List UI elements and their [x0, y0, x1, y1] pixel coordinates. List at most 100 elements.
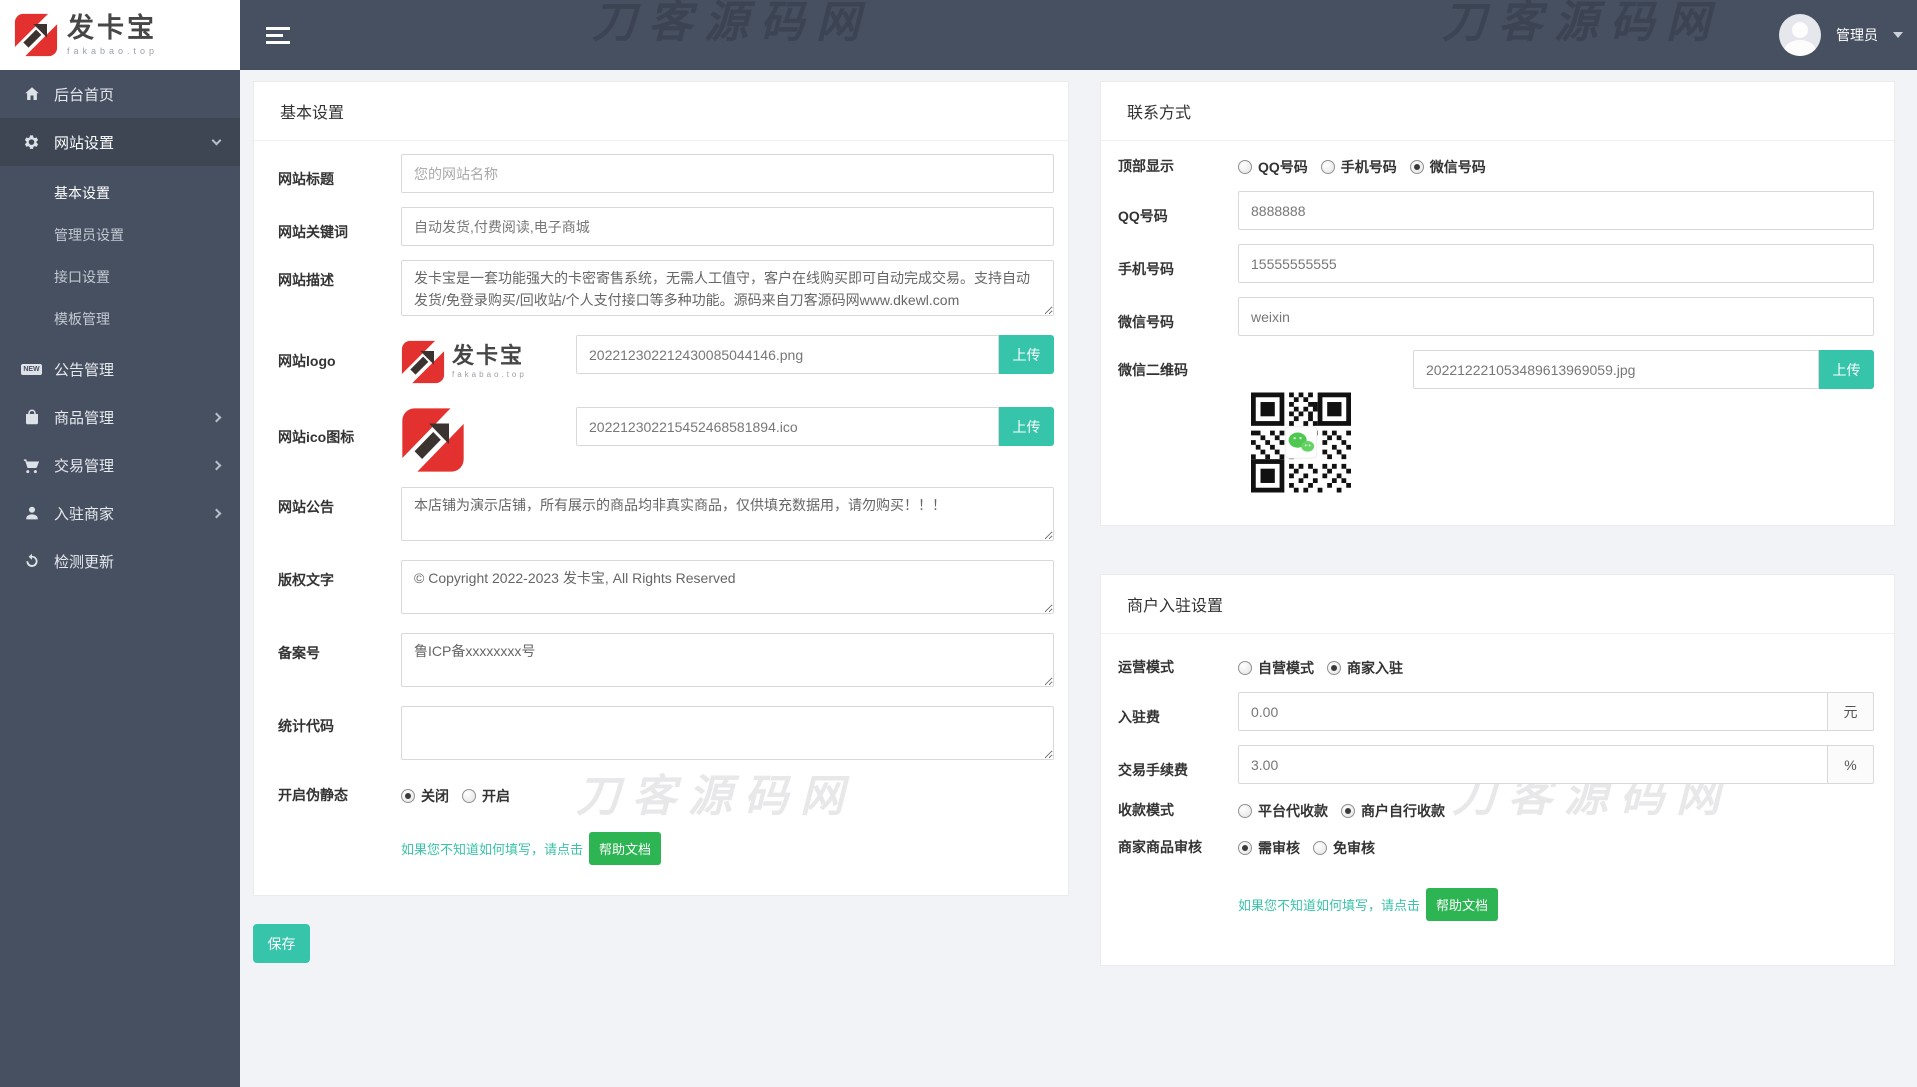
icp-textarea[interactable]	[401, 633, 1054, 687]
sidebar-item-label: 商品管理	[54, 407, 114, 428]
sidebar-menu: 后台首页 网站设置 基本设置 管理员设置 接口设置 模板管理 NEW 公告管理 …	[0, 70, 240, 585]
help-doc-button[interactable]: 帮助文档	[589, 832, 661, 865]
ico-upload-button[interactable]: 上传	[999, 407, 1054, 446]
merchant-self-collection-radio[interactable]	[1341, 804, 1355, 818]
operation-mode-label: 运营模式	[1113, 657, 1238, 677]
panel-title: 基本设置	[254, 82, 1068, 141]
ico-label: 网站ico图标	[265, 407, 401, 473]
entry-fee-unit: 元	[1828, 692, 1874, 731]
transaction-fee-input[interactable]	[1238, 745, 1828, 784]
entry-fee-input[interactable]	[1238, 692, 1828, 731]
sidebar-item-dashboard[interactable]: 后台首页	[0, 70, 240, 118]
icp-label: 备案号	[265, 633, 401, 692]
brand-name: 发卡宝	[67, 15, 158, 42]
site-ico-image	[401, 407, 465, 473]
chevron-down-icon	[212, 136, 222, 146]
merchant-settings-panel: 商户入驻设置 运营模式 自营模式 商家入驻 入驻费 元	[1100, 574, 1895, 966]
sidebar-item-products[interactable]: 商品管理	[0, 393, 240, 441]
sidebar-subitem-admin-settings[interactable]: 管理员设置	[0, 214, 240, 256]
shopping-bag-icon	[22, 408, 41, 427]
help-doc-button[interactable]: 帮助文档	[1426, 888, 1498, 921]
sidebar-subitem-template-management[interactable]: 模板管理	[0, 298, 240, 340]
wechat-input[interactable]	[1238, 297, 1874, 336]
topbar: 管理员	[240, 0, 1917, 70]
qq-input[interactable]	[1238, 191, 1874, 230]
collection-mode-label: 收款模式	[1113, 800, 1238, 820]
ico-filename-input[interactable]	[576, 407, 999, 446]
cart-icon	[22, 456, 41, 475]
sidebar-item-check-update[interactable]: 检测更新	[0, 537, 240, 585]
review-exempt-radio[interactable]	[1313, 841, 1327, 855]
site-logo-image: 发卡宝 fakabao.top	[401, 335, 535, 389]
brand-logo-icon	[401, 340, 445, 384]
new-badge-icon: NEW	[22, 360, 41, 379]
sidebar-subitem-api-settings[interactable]: 接口设置	[0, 256, 240, 298]
sidebar-item-label: 交易管理	[54, 455, 114, 476]
chevron-right-icon	[212, 412, 222, 422]
menu-toggle-icon[interactable]	[266, 27, 290, 48]
top-display-phone-radio[interactable]	[1321, 160, 1335, 174]
top-display-wechat-radio[interactable]	[1410, 160, 1424, 174]
refresh-icon	[22, 552, 41, 571]
sidebar: 发卡宝 fakabao.top 后台首页 网站设置 基本设置 管理员设置 接口设…	[0, 0, 240, 1087]
user-name: 管理员	[1836, 25, 1878, 45]
sidebar-item-label: 公告管理	[54, 359, 114, 380]
site-title-label: 网站标题	[265, 159, 401, 189]
help-text: 如果您不知道如何填写，请点击	[401, 839, 583, 858]
main-content: 基本设置 网站标题 网站关键词 网站描述 网站logo	[240, 70, 1917, 1087]
stats-code-label: 统计代码	[265, 706, 401, 765]
wechat-label: 微信号码	[1113, 302, 1238, 332]
review-required-radio[interactable]	[1238, 841, 1252, 855]
site-title-input[interactable]	[401, 154, 1054, 193]
keywords-label: 网站关键词	[265, 212, 401, 242]
sidebar-item-label: 后台首页	[54, 84, 114, 105]
chevron-right-icon	[212, 508, 222, 518]
self-operated-radio[interactable]	[1238, 661, 1252, 675]
copyright-textarea[interactable]	[401, 560, 1054, 614]
qr-filename-input[interactable]	[1413, 350, 1819, 389]
sidebar-item-merchants[interactable]: 入驻商家	[0, 489, 240, 537]
sidebar-item-site-settings[interactable]: 网站设置	[0, 118, 240, 166]
basic-settings-panel: 基本设置 网站标题 网站关键词 网站描述 网站logo	[253, 81, 1069, 896]
qr-upload-button[interactable]: 上传	[1819, 350, 1874, 389]
phone-label: 手机号码	[1113, 249, 1238, 279]
pseudo-static-off-radio[interactable]	[401, 789, 415, 803]
transaction-fee-label: 交易手续费	[1113, 750, 1238, 780]
transaction-fee-unit: %	[1828, 745, 1874, 784]
notice-textarea[interactable]	[401, 487, 1054, 541]
pseudo-static-on-radio[interactable]	[462, 789, 476, 803]
sidebar-item-label: 检测更新	[54, 551, 114, 572]
logo-filename-input[interactable]	[576, 335, 999, 374]
entry-fee-label: 入驻费	[1113, 697, 1238, 727]
phone-input[interactable]	[1238, 244, 1874, 283]
sidebar-item-label: 网站设置	[54, 132, 114, 153]
description-textarea[interactable]	[401, 260, 1054, 316]
gear-icon	[22, 133, 41, 152]
logo-upload-button[interactable]: 上传	[999, 335, 1054, 374]
keywords-input[interactable]	[401, 207, 1054, 246]
avatar	[1779, 14, 1821, 56]
top-display-label: 顶部显示	[1113, 156, 1238, 176]
sidebar-subitem-basic-settings[interactable]: 基本设置	[0, 172, 240, 214]
home-icon	[22, 85, 41, 104]
site-settings-submenu: 基本设置 管理员设置 接口设置 模板管理	[0, 166, 240, 345]
platform-collection-radio[interactable]	[1238, 804, 1252, 818]
description-label: 网站描述	[265, 260, 401, 321]
sidebar-item-label: 入驻商家	[54, 503, 114, 524]
wechat-qr-label: 微信二维码	[1113, 350, 1238, 495]
brand-logo[interactable]: 发卡宝 fakabao.top	[0, 0, 240, 70]
pseudo-static-label: 开启伪静态	[265, 785, 401, 805]
brand-domain: fakabao.top	[67, 47, 158, 56]
top-display-qq-radio[interactable]	[1238, 160, 1252, 174]
person-icon	[22, 504, 41, 523]
sidebar-item-announcements[interactable]: NEW 公告管理	[0, 345, 240, 393]
stats-code-textarea[interactable]	[401, 706, 1054, 760]
wechat-qr-code-image	[1251, 391, 1351, 494]
sidebar-item-transactions[interactable]: 交易管理	[0, 441, 240, 489]
merchant-entry-radio[interactable]	[1327, 661, 1341, 675]
copyright-label: 版权文字	[265, 560, 401, 619]
save-button[interactable]: 保存	[253, 924, 310, 963]
qq-label: QQ号码	[1113, 196, 1238, 226]
user-menu[interactable]: 管理员	[1779, 0, 1903, 70]
notice-label: 网站公告	[265, 487, 401, 546]
